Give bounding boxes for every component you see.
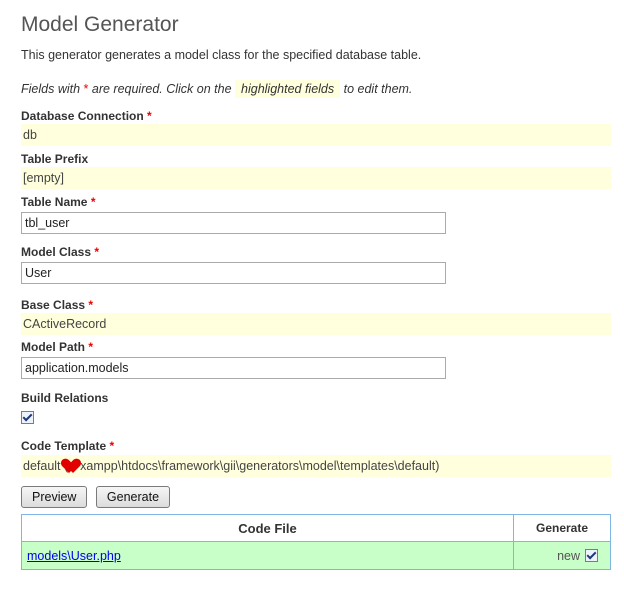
- field-table-prefix: Table Prefix [empty]: [21, 152, 611, 189]
- note-suffix: to edit them.: [340, 82, 413, 96]
- label-model-path: Model Path *: [21, 340, 94, 354]
- label-code-template: Code Template *: [21, 439, 115, 453]
- code-template-value[interactable]: default (xampp\htdocs\framework\gii\gene…: [21, 455, 611, 477]
- table-name-input[interactable]: [21, 212, 446, 234]
- table-row: models\User.php new: [21, 541, 611, 570]
- heart-icon: [64, 460, 78, 472]
- field-build-relations: Build Relations: [21, 391, 611, 425]
- field-table-name: Table Name *: [21, 195, 611, 234]
- model-class-input[interactable]: [21, 262, 446, 284]
- code-file-cell: models\User.php: [21, 541, 514, 570]
- database-connection-value[interactable]: db: [21, 124, 611, 146]
- code-file-table: Code File Generate models\User.php new: [21, 514, 611, 570]
- file-status-label: new: [557, 548, 580, 563]
- field-model-path: Model Path *: [21, 340, 611, 379]
- generate-file-checkbox[interactable]: [585, 549, 598, 563]
- table-header-row: Code File Generate: [21, 514, 611, 542]
- label-table-prefix: Table Prefix: [21, 152, 89, 166]
- preview-button[interactable]: Preview: [21, 486, 88, 508]
- field-database-connection: Database Connection * db: [21, 109, 611, 146]
- note-highlight: highlighted fields: [235, 80, 341, 98]
- label-base-class: Base Class *: [21, 298, 94, 312]
- label-database-connection: Database Connection *: [21, 109, 152, 123]
- base-class-value[interactable]: CActiveRecord: [21, 313, 611, 335]
- header-code-file: Code File: [21, 514, 514, 542]
- generate-button[interactable]: Generate: [95, 486, 171, 508]
- note-mid: are required. Click on the: [88, 82, 236, 96]
- generate-cell: new: [513, 541, 611, 570]
- label-model-class: Model Class *: [21, 245, 100, 259]
- required-note: Fields with * are required. Click on the…: [21, 79, 611, 99]
- build-relations-checkbox[interactable]: [21, 411, 34, 424]
- page-title: Model Generator: [21, 13, 179, 36]
- code-file-link[interactable]: models\User.php: [27, 549, 121, 563]
- model-generator-page: Model Generator This generator generates…: [21, 10, 611, 570]
- header-generate: Generate: [513, 514, 611, 542]
- label-table-name: Table Name *: [21, 195, 96, 209]
- action-buttons: Preview Generate: [21, 486, 611, 508]
- field-model-class: Model Class *: [21, 245, 611, 284]
- model-path-input[interactable]: [21, 357, 446, 379]
- field-code-template: Code Template * default (xampp\htdocs\fr…: [21, 439, 611, 477]
- field-base-class: Base Class * CActiveRecord: [21, 298, 611, 335]
- note-prefix: Fields with: [21, 82, 84, 96]
- table-prefix-value[interactable]: [empty]: [21, 167, 611, 189]
- label-build-relations: Build Relations: [21, 391, 109, 405]
- page-description: This generator generates a model class f…: [21, 48, 422, 62]
